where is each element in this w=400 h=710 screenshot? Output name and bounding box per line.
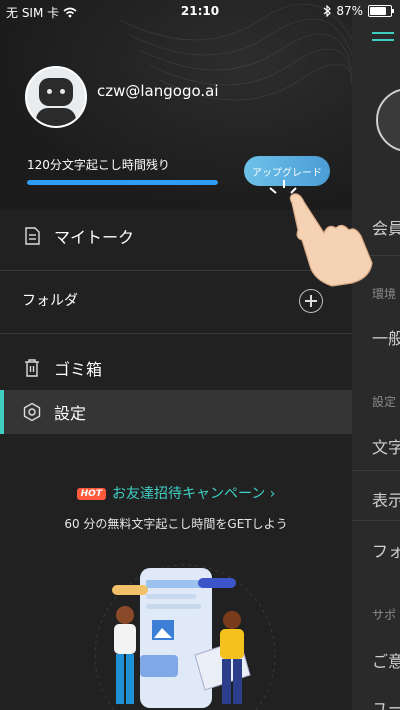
bluetooth-icon — [323, 5, 332, 17]
bg-row-4: 表示 — [372, 491, 400, 510]
trash-icon — [25, 359, 39, 377]
remaining-time-progress — [27, 180, 218, 185]
robot-icon — [39, 78, 73, 106]
invite-illustration — [94, 564, 276, 710]
menu-item-label: 設定 — [54, 404, 87, 423]
invite-title: お友達招待キャンペーン — [111, 486, 266, 502]
invite-campaign-link[interactable]: HOT お友達招待キャンペーン › — [0, 483, 352, 503]
menu-item-label: ゴミ箱 — [54, 360, 103, 379]
bg-row-3: 文字 — [372, 438, 400, 457]
invite-subtitle: 60 分の無料文字起こし時間をGETしよう — [64, 517, 288, 531]
chevron-right-icon: › — [269, 486, 276, 502]
bg-section-3: サポ — [372, 608, 397, 622]
status-bar: 无 SIM 卡 21:10 87% — [0, 0, 400, 22]
avatar[interactable] — [25, 66, 87, 128]
menu-item-trash[interactable]: ゴミ箱 — [0, 346, 352, 390]
hot-badge: HOT — [76, 488, 106, 500]
document-icon — [25, 227, 40, 245]
battery-percent: 87% — [336, 4, 363, 18]
menu-item-settings[interactable]: 設定 — [0, 390, 352, 434]
side-drawer: czw@langogo.ai 120分文字起こし時間残り アップグレード マイト… — [0, 0, 352, 710]
bg-section-2: 設定 — [372, 395, 397, 409]
menu-item-label: マイトーク — [54, 228, 135, 247]
selected-indicator — [0, 390, 4, 434]
gear-icon — [23, 402, 41, 422]
tap-hand-icon — [269, 180, 373, 287]
background-settings-page: 会員 環境 一般 設定 文字 表示 フォ サポ ご意 ユー — [352, 0, 400, 710]
bg-row-5: フォ — [372, 542, 400, 561]
add-folder-button[interactable] — [299, 289, 323, 313]
user-email: czw@langogo.ai — [97, 82, 219, 100]
bg-row-2: 一般 — [372, 329, 400, 348]
avatar — [376, 88, 400, 152]
bg-row-7: ユー — [372, 699, 400, 710]
folder-label: フォルダ — [22, 293, 78, 309]
menu-icon — [372, 32, 394, 48]
remaining-time-text: 120分文字起こし時間残り — [27, 158, 170, 172]
battery-icon — [368, 5, 394, 17]
bg-row-6: ご意 — [372, 652, 400, 671]
